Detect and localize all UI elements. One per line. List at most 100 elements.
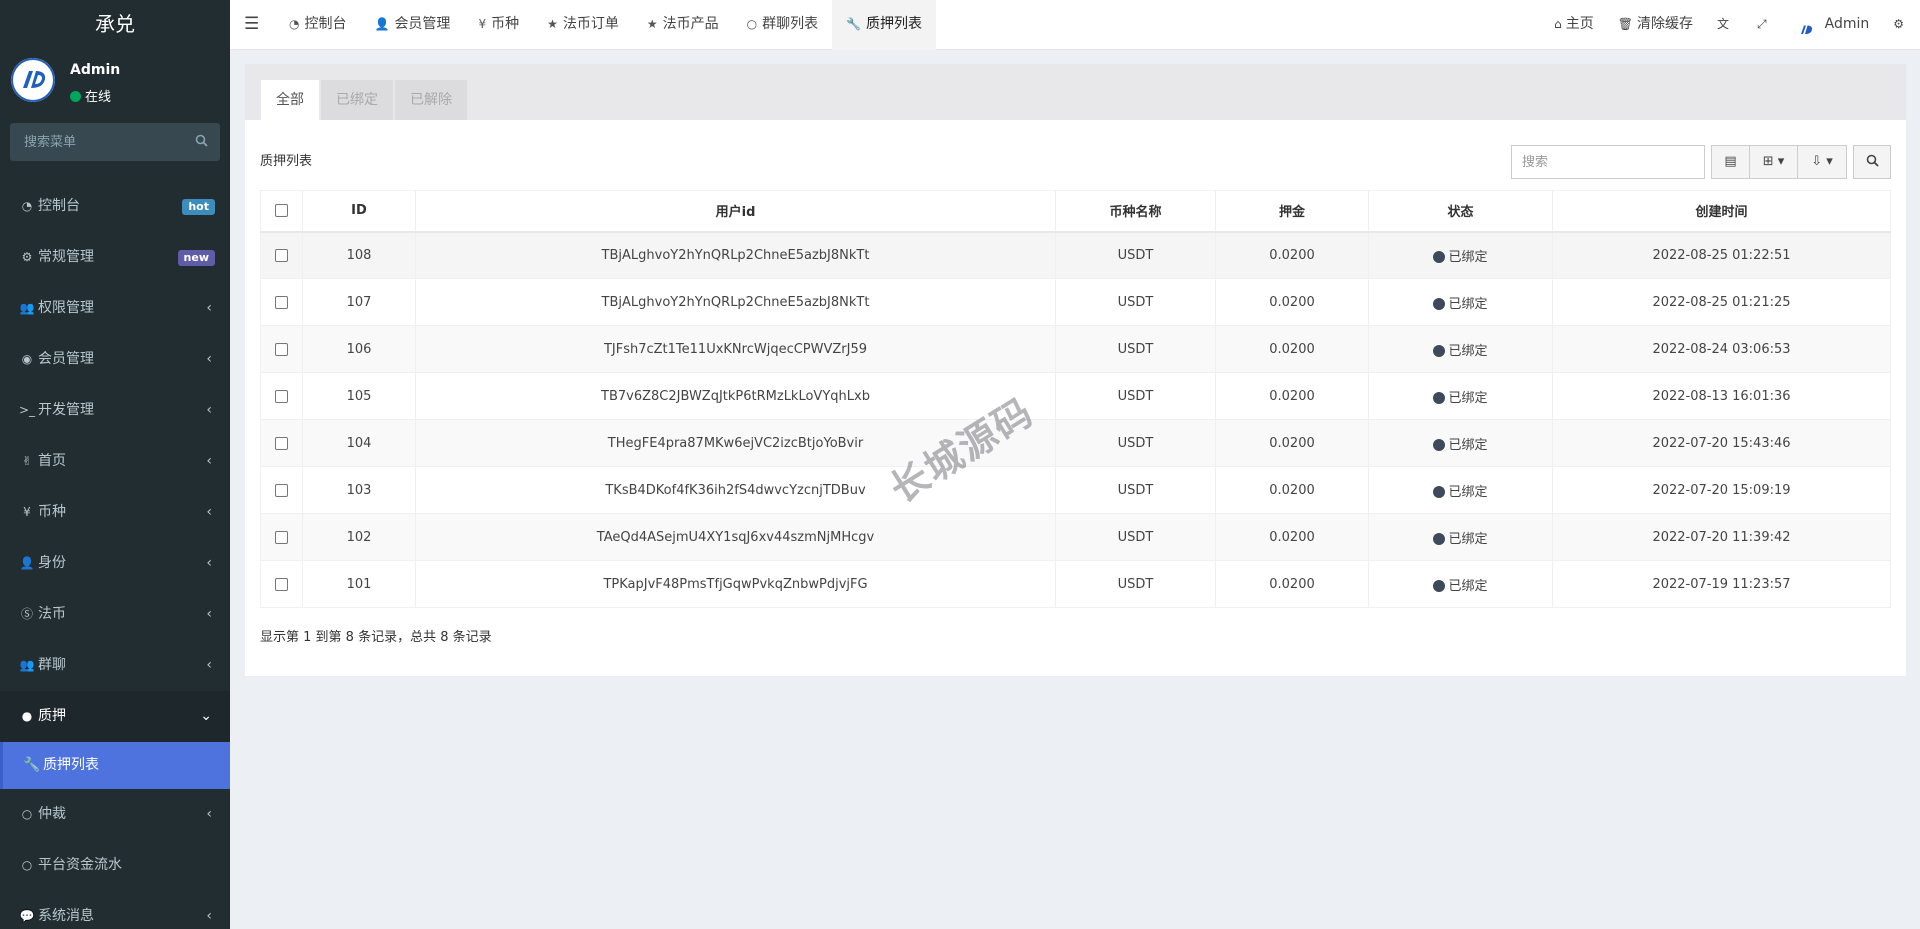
sidebar-item-coins[interactable]: ¥ 币种 ‹ [0,487,230,538]
search-icon[interactable] [195,134,208,151]
table-row[interactable]: 101 TPKapJvF48PmsTfjGqwPvkqZnbwPdjvjFG U… [260,560,1891,608]
search-input[interactable] [1511,145,1705,179]
sidebar-item-label: 常规管理 [38,249,94,265]
cell-coin: USDT [1055,560,1216,608]
menu-toggle-icon[interactable]: ☰ [244,14,259,34]
sidebar-item-fund-flow[interactable]: ○ 平台资金流水 [0,840,230,891]
tab-label: 质押列表 [866,16,923,32]
home-icon: ⌂ [1554,17,1562,31]
sidebar-item-arbitration[interactable]: ○ 仲裁 ‹ [0,789,230,840]
table-row[interactable]: 105 TB7v6Z8C2JBWZqJtkP6tRMzLkLoVYqhLxb U… [260,372,1891,420]
sidebar-search-input[interactable] [10,123,220,161]
table-row[interactable]: 102 TAeQd4ASejmU4XY1sqJ6xv44szmNjMHcgv U… [260,513,1891,561]
tab-fiat-products[interactable]: ★ 法币产品 [633,0,733,50]
column-header[interactable]: 押金 [1215,190,1369,233]
table-row[interactable]: 107 TBjALghvoY2hYnQRLp2ChneE5azbJ8NkTt U… [260,278,1891,326]
tab-fiat-orders[interactable]: ★ 法币订单 [533,0,633,50]
chevron-left-icon: ‹ [206,555,212,571]
sidebar-item-dashboard[interactable]: ◔ 控制台 hot [0,181,230,232]
language-button[interactable]: 文 [1705,0,1745,50]
chevron-left-icon: ‹ [206,908,212,924]
column-header[interactable]: ID [302,190,416,233]
sidebar-item-groupchat[interactable]: 👥 群聊 ‹ [0,640,230,691]
fullscreen-button[interactable]: ⤢ [1745,0,1783,50]
hand-icon: ✌ [21,454,33,468]
tab-released[interactable]: 已解除 [395,80,467,120]
tab-coins[interactable]: ¥ 币种 [464,0,533,50]
cell-deposit: 0.0200 [1215,466,1369,514]
column-header[interactable]: 状态 [1368,190,1553,233]
sidebar-item-label: 仲裁 [38,806,66,822]
chevron-left-icon: ‹ [206,300,212,316]
cell-id: 108 [302,231,416,279]
sidebar-item-general[interactable]: ⚙ 常规管理 new [0,232,230,283]
list-icon: ▤ [1724,154,1737,169]
select-all-checkbox[interactable] [275,204,288,218]
sidebar-item-pledge[interactable]: ● 质押 ⌄ [0,691,230,742]
tab-bound[interactable]: 已绑定 [321,80,393,120]
row-checkbox[interactable] [275,530,288,544]
tab-members[interactable]: 👤 会员管理 [360,0,464,50]
row-checkbox[interactable] [275,389,288,403]
trash-icon: 🗑 [1617,17,1633,31]
export-button[interactable]: ⇩ ▾ [1797,145,1847,179]
sidebar-item-identity[interactable]: 👤 身份 ‹ [0,538,230,589]
row-select-cell [260,419,303,467]
clear-cache-button[interactable]: 🗑 清除缓存 [1606,0,1705,50]
row-select-cell [260,372,303,420]
sidebar-subitem-pledge-list[interactable]: 🔧 质押列表 [0,742,230,789]
sidebar-item-members[interactable]: ◉ 会员管理 ‹ [0,334,230,385]
columns-button[interactable]: ⊞ ▾ [1749,145,1797,179]
sidebar-item-fiat[interactable]: Ⓢ 法币 ‹ [0,589,230,640]
nav-right: ⌂ 主页 🗑 清除缓存 文 ⤢ Admin ⚙ [1542,0,1920,50]
row-checkbox[interactable] [275,248,288,262]
cogs-icon: ⚙ [21,250,33,264]
table-row[interactable]: 106 TJFsh7cZt1Te11UxKNrcWjqecCPWVZrJ59 U… [260,325,1891,373]
tab-label: 币种 [491,16,520,32]
sidebar-item-dev[interactable]: >_ 开发管理 ‹ [0,385,230,436]
sidebar-item-label: 会员管理 [38,351,94,367]
cell-coin: USDT [1055,466,1216,514]
table-row[interactable]: 108 TBjALghvoY2hYnQRLp2ChneE5azbJ8NkTt U… [260,231,1891,279]
tab-dashboard[interactable]: ◔ 控制台 [275,0,360,50]
tab-all[interactable]: 全部 [261,80,319,120]
toggle-view-button[interactable]: ▤ [1711,145,1749,179]
column-header[interactable]: 创建时间 [1552,190,1891,233]
status-dot-icon [1433,250,1446,263]
brand-logo[interactable]: 承兑 [0,0,230,50]
column-header[interactable]: 币种名称 [1055,190,1216,233]
sidebar-item-home[interactable]: ✌ 首页 ‹ [0,436,230,487]
status-dot-icon [1433,391,1446,404]
sidebar-subitem-label: 质押列表 [43,757,99,773]
home-link[interactable]: ⌂ 主页 [1542,0,1606,50]
cell-created-time: 2022-07-19 11:23:57 [1552,560,1891,608]
table-row[interactable]: 104 THegFE4pra87MKw6ejVC2izcBtjoYoBvir U… [260,419,1891,467]
search-button[interactable] [1853,145,1891,179]
table-row[interactable]: 103 TKsB4DKof4fK36ih2fS4dwvcYzcnjTDBuv U… [260,466,1891,514]
status-dot-icon [1433,579,1446,592]
user-circle-icon: ◉ [21,352,33,366]
sidebar-item-messages[interactable]: 💬 系统消息 ‹ [0,891,230,929]
tab-label: 法币产品 [662,16,719,32]
tab-pledge-list[interactable]: 🔧 质押列表 [832,0,937,50]
admin-menu[interactable]: Admin [1783,0,1882,50]
tab-group-chat-list[interactable]: ○ 群聊列表 [733,0,832,50]
cell-created-time: 2022-08-13 16:01:36 [1552,372,1891,420]
settings-button[interactable]: ⚙ [1881,0,1920,50]
row-checkbox[interactable] [275,342,288,356]
row-checkbox[interactable] [275,577,288,591]
cell-coin: USDT [1055,513,1216,561]
column-header[interactable]: 用户id [415,190,1056,233]
group-icon: 👥 [19,301,35,315]
sidebar-item-auth[interactable]: 👥 权限管理 ‹ [0,283,230,334]
filter-tabs: 全部 已绑定 已解除 [261,80,469,120]
row-checkbox[interactable] [275,295,288,309]
row-select-cell [260,325,303,373]
status-text: 已绑定 [1448,343,1488,359]
search-icon [1866,154,1879,169]
cell-coin: USDT [1055,278,1216,326]
cell-deposit: 0.0200 [1215,513,1369,561]
cell-user-id: TBjALghvoY2hYnQRLp2ChneE5azbJ8NkTt [415,278,1056,326]
row-checkbox[interactable] [275,483,288,497]
row-checkbox[interactable] [275,436,288,450]
